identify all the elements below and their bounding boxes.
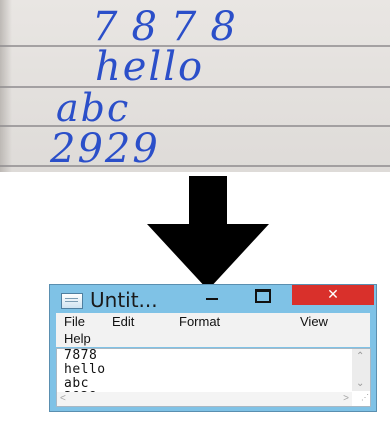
scroll-down-icon[interactable]: ⌄ [356, 379, 364, 389]
text-line-1: 7878 [64, 348, 98, 363]
menu-edit[interactable]: Edit [112, 314, 134, 329]
text-line-3: abc [64, 376, 89, 391]
resize-grip-icon[interactable]: ⋰ [354, 393, 369, 405]
handwritten-note-photo: 7878 hello abc 2929 [0, 0, 390, 172]
menu-bar: File Edit Format View Help [56, 313, 370, 347]
maximize-button[interactable] [248, 285, 278, 307]
maximize-icon [255, 289, 271, 303]
close-icon: ✕ [327, 287, 339, 303]
menu-file[interactable]: File [64, 314, 85, 329]
scroll-left-icon[interactable]: < [60, 393, 66, 405]
window-title: Untit... [90, 288, 158, 312]
menu-help[interactable]: Help [64, 331, 91, 346]
menu-format[interactable]: Format [179, 314, 220, 329]
handwritten-line-3: abc [56, 86, 131, 130]
minimize-button[interactable] [197, 285, 227, 307]
vertical-scrollbar[interactable]: ⌃ ⌄ [352, 349, 370, 391]
text-editor-area[interactable]: 7878 hello abc 2929 ⌃ ⌄ < > ⋰ [56, 348, 371, 407]
horizontal-scrollbar[interactable]: < > [57, 392, 352, 406]
handwritten-line-2: hello [95, 44, 205, 90]
handwritten-line-4: 2929 [50, 126, 160, 172]
close-button[interactable]: ✕ [292, 285, 374, 305]
notepad-window: Untit... ✕ File Edit Format View Help 78… [49, 284, 377, 412]
scroll-right-icon[interactable]: > [343, 393, 349, 405]
notepad-icon[interactable] [61, 293, 83, 309]
minimize-icon [206, 298, 218, 300]
text-line-2: hello [64, 362, 106, 377]
title-bar[interactable]: Untit... ✕ [50, 285, 376, 312]
down-arrow-icon [147, 176, 269, 290]
scroll-up-icon[interactable]: ⌃ [356, 352, 364, 362]
menu-view[interactable]: View [300, 314, 328, 329]
